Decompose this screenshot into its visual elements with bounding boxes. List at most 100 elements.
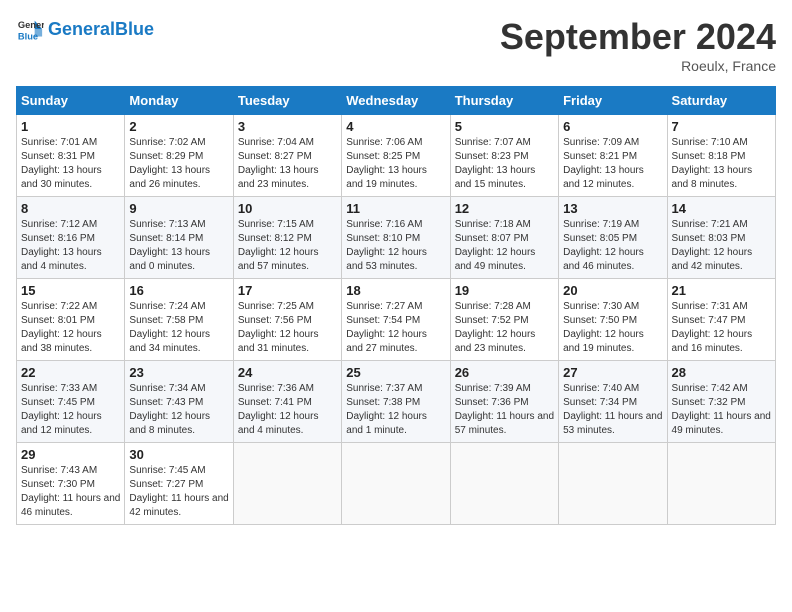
day-number: 8 [21, 201, 120, 216]
day-info: Sunrise: 7:36 AM Sunset: 7:41 PM Dayligh… [238, 382, 337, 438]
table-row: 8 Sunrise: 7:12 AM Sunset: 8:16 PM Dayli… [17, 197, 125, 279]
day-info: Sunrise: 7:10 AM Sunset: 8:18 PM Dayligh… [672, 136, 771, 192]
table-row: 2 Sunrise: 7:02 AM Sunset: 8:29 PM Dayli… [125, 115, 233, 197]
day-info: Sunrise: 7:12 AM Sunset: 8:16 PM Dayligh… [21, 218, 120, 274]
svg-text:Blue: Blue [18, 31, 38, 41]
logo-icon: General Blue [16, 16, 44, 44]
day-number: 2 [129, 119, 228, 134]
day-info: Sunrise: 7:04 AM Sunset: 8:27 PM Dayligh… [238, 136, 337, 192]
logo-blue: Blue [115, 19, 154, 39]
day-info: Sunrise: 7:16 AM Sunset: 8:10 PM Dayligh… [346, 218, 445, 274]
day-number: 13 [563, 201, 662, 216]
day-number: 5 [455, 119, 554, 134]
day-info: Sunrise: 7:25 AM Sunset: 7:56 PM Dayligh… [238, 300, 337, 356]
table-row [559, 443, 667, 525]
day-info: Sunrise: 7:28 AM Sunset: 7:52 PM Dayligh… [455, 300, 554, 356]
day-number: 24 [238, 365, 337, 380]
day-number: 26 [455, 365, 554, 380]
day-info: Sunrise: 7:09 AM Sunset: 8:21 PM Dayligh… [563, 136, 662, 192]
table-row: 25 Sunrise: 7:37 AM Sunset: 7:38 PM Dayl… [342, 361, 450, 443]
day-number: 22 [21, 365, 120, 380]
table-row: 28 Sunrise: 7:42 AM Sunset: 7:32 PM Dayl… [667, 361, 775, 443]
col-header-wednesday: Wednesday [342, 87, 450, 115]
day-number: 17 [238, 283, 337, 298]
day-info: Sunrise: 7:34 AM Sunset: 7:43 PM Dayligh… [129, 382, 228, 438]
table-row: 21 Sunrise: 7:31 AM Sunset: 7:47 PM Dayl… [667, 279, 775, 361]
day-info: Sunrise: 7:13 AM Sunset: 8:14 PM Dayligh… [129, 218, 228, 274]
day-info: Sunrise: 7:42 AM Sunset: 7:32 PM Dayligh… [672, 382, 771, 438]
table-row: 10 Sunrise: 7:15 AM Sunset: 8:12 PM Dayl… [233, 197, 341, 279]
day-number: 23 [129, 365, 228, 380]
day-number: 14 [672, 201, 771, 216]
day-number: 1 [21, 119, 120, 134]
table-row: 19 Sunrise: 7:28 AM Sunset: 7:52 PM Dayl… [450, 279, 558, 361]
table-row: 24 Sunrise: 7:36 AM Sunset: 7:41 PM Dayl… [233, 361, 341, 443]
day-info: Sunrise: 7:45 AM Sunset: 7:27 PM Dayligh… [129, 464, 228, 520]
day-info: Sunrise: 7:43 AM Sunset: 7:30 PM Dayligh… [21, 464, 120, 520]
table-row [450, 443, 558, 525]
day-number: 16 [129, 283, 228, 298]
day-number: 20 [563, 283, 662, 298]
table-row: 18 Sunrise: 7:27 AM Sunset: 7:54 PM Dayl… [342, 279, 450, 361]
table-row: 1 Sunrise: 7:01 AM Sunset: 8:31 PM Dayli… [17, 115, 125, 197]
table-row: 22 Sunrise: 7:33 AM Sunset: 7:45 PM Dayl… [17, 361, 125, 443]
table-row: 3 Sunrise: 7:04 AM Sunset: 8:27 PM Dayli… [233, 115, 341, 197]
day-number: 6 [563, 119, 662, 134]
table-row: 20 Sunrise: 7:30 AM Sunset: 7:50 PM Dayl… [559, 279, 667, 361]
day-number: 27 [563, 365, 662, 380]
day-number: 9 [129, 201, 228, 216]
table-row [667, 443, 775, 525]
day-number: 11 [346, 201, 445, 216]
table-row: 15 Sunrise: 7:22 AM Sunset: 8:01 PM Dayl… [17, 279, 125, 361]
day-number: 3 [238, 119, 337, 134]
day-number: 7 [672, 119, 771, 134]
day-number: 4 [346, 119, 445, 134]
table-row: 11 Sunrise: 7:16 AM Sunset: 8:10 PM Dayl… [342, 197, 450, 279]
table-row: 26 Sunrise: 7:39 AM Sunset: 7:36 PM Dayl… [450, 361, 558, 443]
table-row: 5 Sunrise: 7:07 AM Sunset: 8:23 PM Dayli… [450, 115, 558, 197]
col-header-monday: Monday [125, 87, 233, 115]
col-header-saturday: Saturday [667, 87, 775, 115]
day-info: Sunrise: 7:33 AM Sunset: 7:45 PM Dayligh… [21, 382, 120, 438]
day-info: Sunrise: 7:06 AM Sunset: 8:25 PM Dayligh… [346, 136, 445, 192]
table-row: 14 Sunrise: 7:21 AM Sunset: 8:03 PM Dayl… [667, 197, 775, 279]
day-info: Sunrise: 7:24 AM Sunset: 7:58 PM Dayligh… [129, 300, 228, 356]
day-info: Sunrise: 7:07 AM Sunset: 8:23 PM Dayligh… [455, 136, 554, 192]
col-header-sunday: Sunday [17, 87, 125, 115]
table-row: 27 Sunrise: 7:40 AM Sunset: 7:34 PM Dayl… [559, 361, 667, 443]
day-info: Sunrise: 7:37 AM Sunset: 7:38 PM Dayligh… [346, 382, 445, 438]
location: Roeulx, France [500, 58, 776, 74]
day-info: Sunrise: 7:21 AM Sunset: 8:03 PM Dayligh… [672, 218, 771, 274]
day-info: Sunrise: 7:31 AM Sunset: 7:47 PM Dayligh… [672, 300, 771, 356]
day-info: Sunrise: 7:19 AM Sunset: 8:05 PM Dayligh… [563, 218, 662, 274]
day-number: 29 [21, 447, 120, 462]
day-info: Sunrise: 7:02 AM Sunset: 8:29 PM Dayligh… [129, 136, 228, 192]
col-header-friday: Friday [559, 87, 667, 115]
day-number: 18 [346, 283, 445, 298]
day-info: Sunrise: 7:27 AM Sunset: 7:54 PM Dayligh… [346, 300, 445, 356]
day-number: 28 [672, 365, 771, 380]
logo: General Blue GeneralBlue [16, 16, 154, 44]
table-row: 17 Sunrise: 7:25 AM Sunset: 7:56 PM Dayl… [233, 279, 341, 361]
col-header-tuesday: Tuesday [233, 87, 341, 115]
day-info: Sunrise: 7:01 AM Sunset: 8:31 PM Dayligh… [21, 136, 120, 192]
calendar-table: SundayMondayTuesdayWednesdayThursdayFrid… [16, 86, 776, 525]
logo-general: General [48, 19, 115, 39]
table-row [233, 443, 341, 525]
table-row [342, 443, 450, 525]
day-info: Sunrise: 7:18 AM Sunset: 8:07 PM Dayligh… [455, 218, 554, 274]
day-number: 25 [346, 365, 445, 380]
table-row: 30 Sunrise: 7:45 AM Sunset: 7:27 PM Dayl… [125, 443, 233, 525]
day-info: Sunrise: 7:22 AM Sunset: 8:01 PM Dayligh… [21, 300, 120, 356]
table-row: 12 Sunrise: 7:18 AM Sunset: 8:07 PM Dayl… [450, 197, 558, 279]
day-number: 10 [238, 201, 337, 216]
page-header: General Blue GeneralBlue September 2024 … [16, 16, 776, 74]
day-number: 12 [455, 201, 554, 216]
day-info: Sunrise: 7:39 AM Sunset: 7:36 PM Dayligh… [455, 382, 554, 438]
col-header-thursday: Thursday [450, 87, 558, 115]
day-number: 15 [21, 283, 120, 298]
table-row: 9 Sunrise: 7:13 AM Sunset: 8:14 PM Dayli… [125, 197, 233, 279]
table-row: 16 Sunrise: 7:24 AM Sunset: 7:58 PM Dayl… [125, 279, 233, 361]
table-row: 4 Sunrise: 7:06 AM Sunset: 8:25 PM Dayli… [342, 115, 450, 197]
table-row: 29 Sunrise: 7:43 AM Sunset: 7:30 PM Dayl… [17, 443, 125, 525]
